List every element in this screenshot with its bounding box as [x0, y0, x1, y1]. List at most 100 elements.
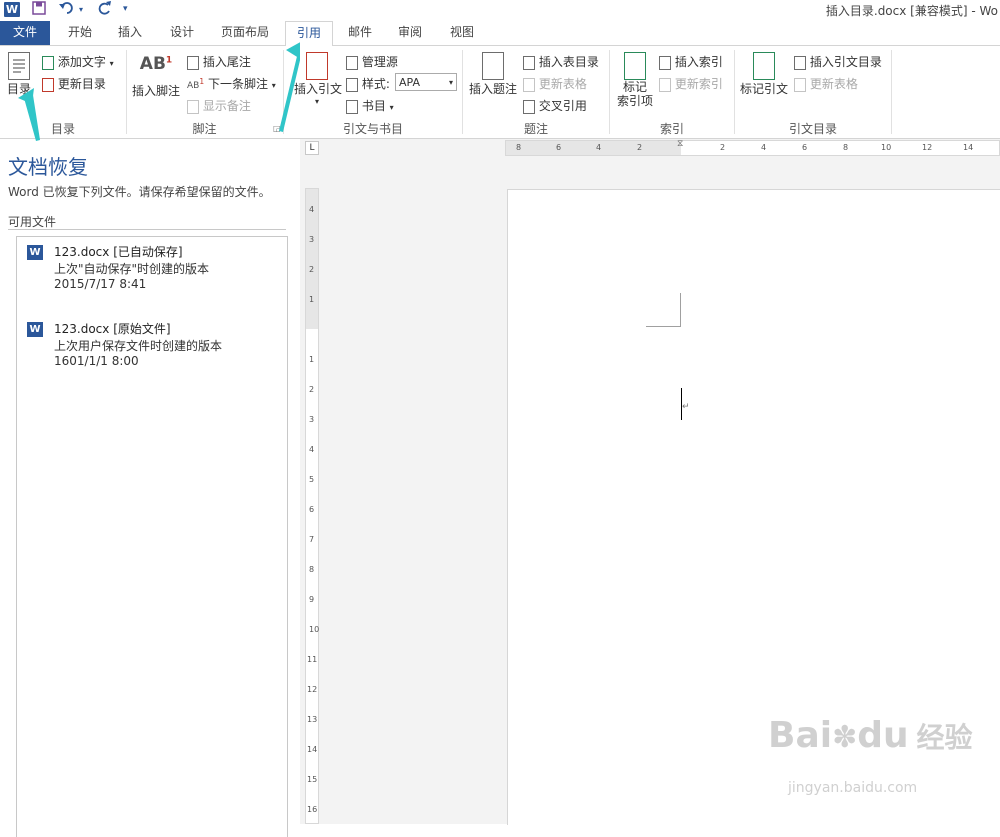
ruler-number: 14	[963, 143, 974, 152]
group-label-toa: 引文目录	[788, 122, 837, 136]
ruler-number: 6	[802, 143, 808, 152]
arrow-to-references-tab	[279, 42, 300, 132]
title-bar: W ▾ ▾ 插入目录.docx [兼容模式] - Wo	[0, 0, 1000, 20]
margin-corner-mark	[680, 293, 681, 327]
insert-index-button[interactable]: 插入索引	[659, 53, 723, 70]
tab-selector[interactable]: L	[305, 141, 319, 155]
update-index-icon	[659, 77, 671, 92]
cross-reference-label: 交叉引用	[538, 99, 587, 113]
ruler-number: 1	[309, 355, 315, 364]
watermark-brand-2: du	[857, 715, 909, 756]
ruler-number: 2	[720, 143, 726, 152]
mark-citation-label: 标记引文	[739, 82, 788, 96]
chevron-down-icon: ▾	[314, 97, 319, 106]
word-logo-icon[interactable]: W	[4, 2, 20, 17]
bibliography-button[interactable]: 书目 ▾	[346, 97, 394, 114]
word-document-icon: W	[27, 245, 43, 260]
citation-style-value: APA	[399, 76, 420, 89]
insert-citation-icon	[306, 52, 328, 80]
cross-reference-icon	[523, 99, 535, 114]
mark-entry-button[interactable]: 标记 索引项	[614, 52, 656, 108]
vertical-ruler[interactable]: 4 3 2 1 1 2 3 4 5 6 7 8 9 10 11 12 13 14…	[305, 188, 319, 824]
ruler-number: 13	[307, 715, 318, 724]
ruler-number: 16	[307, 805, 318, 814]
update-toa-icon	[794, 77, 806, 92]
ruler-number: 2	[309, 265, 315, 274]
recovered-file-name: 123.docx [已自动保存]	[54, 245, 183, 259]
ruler-number: 14	[307, 745, 318, 754]
ruler-number: 4	[761, 143, 767, 152]
horizontal-ruler[interactable]: 8 6 4 2 2 4 6 8 10 12 14 ⧖	[505, 139, 1000, 156]
recovered-file-list: W 123.docx [已自动保存] 上次"自动保存"时创建的版本 2015/7…	[16, 236, 288, 837]
arrow-to-toc	[18, 88, 40, 141]
ruler-number: 8	[516, 143, 522, 152]
mark-citation-button[interactable]: 标记引文	[738, 52, 790, 97]
insert-index-icon	[659, 55, 671, 70]
undo-dropdown-icon[interactable]: ▾	[79, 5, 83, 14]
paw-icon: ✽	[832, 720, 858, 755]
style-selector: 样式:	[346, 75, 390, 92]
ruler-number: 12	[922, 143, 933, 152]
ruler-number: 8	[843, 143, 849, 152]
ruler-number: 2	[309, 385, 315, 394]
ruler-number: 4	[596, 143, 602, 152]
chevron-down-icon: ▾	[448, 78, 453, 87]
recovered-file-item[interactable]: W 123.docx [已自动保存] 上次"自动保存"时创建的版本 2015/7…	[27, 243, 277, 297]
chevron-down-icon: ▾	[389, 103, 394, 112]
insert-citation-button[interactable]: 插入引文 ▾	[294, 52, 342, 106]
update-index-button[interactable]: 更新索引	[659, 75, 723, 92]
mark-entry-label-1: 标记	[622, 80, 647, 94]
paragraph-mark-icon: ↵	[682, 402, 690, 412]
ruler-number: 8	[309, 565, 315, 574]
citation-style-dropdown[interactable]: APA ▾	[395, 73, 457, 91]
recovered-file-description: 上次用户保存文件时创建的版本	[54, 339, 223, 353]
ruler-number: 12	[307, 685, 318, 694]
insert-table-of-figures-button[interactable]: 插入表目录	[523, 53, 599, 70]
update-index-label: 更新索引	[674, 77, 723, 91]
insert-toa-button[interactable]: 插入引文目录	[794, 53, 882, 70]
watermark-brand: Bai	[768, 715, 833, 756]
ruler-number: 3	[309, 415, 315, 424]
document-recovery-pane: 文档恢复 Word 已恢复下列文件。请保存希望保留的文件。 可用文件 W 123…	[0, 139, 300, 837]
ruler-number: 2	[637, 143, 643, 152]
available-files-label: 可用文件	[8, 215, 57, 229]
ruler-margin	[506, 141, 681, 155]
ruler-number: 4	[309, 205, 315, 214]
tab-mailings[interactable]: 邮件	[338, 21, 382, 45]
ruler-number: 10	[881, 143, 892, 152]
cross-reference-button[interactable]: 交叉引用	[523, 97, 587, 114]
update-toa-button[interactable]: 更新表格	[794, 75, 858, 92]
tab-view[interactable]: 视图	[440, 21, 484, 45]
ruler-number: 9	[309, 595, 315, 604]
insert-caption-icon	[482, 52, 504, 80]
table-of-figures-icon	[523, 55, 535, 70]
insert-caption-button[interactable]: 插入题注	[468, 52, 518, 97]
mark-citation-icon	[753, 52, 775, 80]
insert-caption-label: 插入题注	[468, 82, 517, 96]
manage-sources-icon	[346, 55, 358, 70]
manage-sources-button[interactable]: 管理源	[346, 53, 398, 70]
customize-qat-icon[interactable]: ▾	[123, 4, 128, 14]
watermark-logo: Bai✽du 经验	[768, 715, 972, 756]
recovered-file-item[interactable]: W 123.docx [原始文件] 上次用户保存文件时创建的版本 1601/1/…	[27, 320, 277, 374]
mark-entry-label-2: 索引项	[616, 94, 653, 108]
update-figures-table-button[interactable]: 更新表格	[523, 75, 587, 92]
ruler-number: 5	[309, 475, 315, 484]
save-icon[interactable]	[32, 1, 46, 19]
tab-review[interactable]: 审阅	[388, 21, 432, 45]
ruler-number: 6	[309, 505, 315, 514]
ruler-number: 1	[309, 295, 315, 304]
recovered-file-date: 1601/1/1 8:00	[54, 354, 139, 368]
mark-entry-icon	[624, 52, 646, 80]
indent-marker-icon[interactable]: ⧖	[677, 139, 683, 149]
update-table-icon	[523, 77, 535, 92]
recovery-pane-title: 文档恢复	[8, 155, 88, 179]
undo-icon[interactable]	[58, 1, 76, 19]
style-label: 样式:	[361, 77, 390, 91]
margin-corner-mark	[646, 326, 681, 327]
ruler-number: 7	[309, 535, 315, 544]
manage-sources-label: 管理源	[361, 55, 398, 69]
style-icon	[346, 77, 358, 92]
redo-icon[interactable]	[98, 1, 112, 19]
insert-toa-label: 插入引文目录	[809, 55, 882, 69]
